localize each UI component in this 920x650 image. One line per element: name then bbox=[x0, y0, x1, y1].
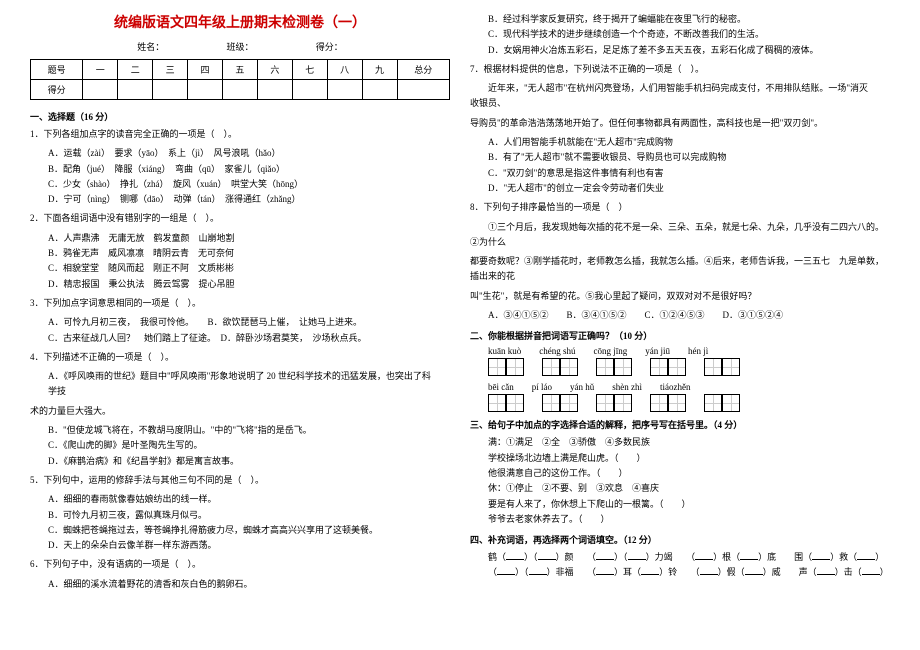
section-3-head: 三、给句子中加点的字选择合适的解释，把序号写在括号里。（4 分） bbox=[470, 418, 890, 431]
q2-b: B．鸦雀无声 威风凛凛 晴阴云青 无可奈何 bbox=[48, 246, 450, 261]
char-grid[interactable] bbox=[488, 358, 524, 376]
q1-b: B．配角（jué） 降服（xiáng） 弯曲（qū） 家雀儿（qiǎo） bbox=[48, 162, 450, 177]
char-grid[interactable] bbox=[542, 358, 578, 376]
q1-c: C．少女（shào） 挣扎（zhá） 旋风（xuán） 哄堂大笑（hōng） bbox=[48, 177, 450, 192]
q7-b: B．有了"无人超市"就不需要收银员、导购员也可以完成购物 bbox=[488, 150, 890, 165]
q2-c: C．相貌堂堂 随风而起 刚正不阿 文质彬彬 bbox=[48, 261, 450, 276]
fill-blank[interactable] bbox=[857, 550, 875, 560]
s3-l2: 他很满意自己的这份工作。（ ） bbox=[488, 466, 890, 481]
q8-p2: 都要奇数呢？③刚学插花时，老师教怎么插，我就怎么插。④后来，老师告诉我，一三五七… bbox=[470, 254, 890, 285]
q3-cd: C．古来征战几人回？ 她们踏上了征途。 D．醉卧沙场君莫笑， 沙场秋点兵。 bbox=[48, 331, 450, 346]
section-1-head: 一、选择题（16 分） bbox=[30, 110, 450, 123]
q1-d: D．宁可（nìng） 铡哪（dāo） 动弹（tán） 涨得通红（zhǎng） bbox=[48, 192, 450, 207]
s3-l4: 要是有人来了，你休想上下爬山的一根篱。（ ） bbox=[488, 497, 890, 512]
q1-a: A．运载（zài） 要求（yāo） 系上（jì） 风号浪吼（hǎo） bbox=[48, 146, 450, 161]
fill-blank[interactable] bbox=[817, 565, 835, 575]
q6-d: D．女娲用神火冶炼五彩石，足足炼了差不多五天五夜，五彩石化成了稠稠的液体。 bbox=[488, 43, 890, 58]
grid-row-1 bbox=[488, 358, 890, 376]
fill-blank[interactable] bbox=[695, 550, 713, 560]
char-grid[interactable] bbox=[650, 394, 686, 412]
q4-c: C．《爬山虎的脚》是叶圣陶先生写的。 bbox=[48, 438, 450, 453]
q8-p1: ①三个月后，我发现她每次插的花不是一朵、三朵、五朵，就是七朵、九朵，几乎没有二四… bbox=[470, 220, 890, 251]
right-column: B．经过科学家反复研究，终于揭开了蝙蝠能在夜里飞行的秘密。 C．现代科学技术的进… bbox=[460, 12, 900, 638]
score-table: 题号 一 二 三 四 五 六 七 八 九 总分 得分 bbox=[30, 59, 450, 100]
char-grid[interactable] bbox=[650, 358, 686, 376]
fill-blank[interactable] bbox=[700, 565, 718, 575]
s3-l5: 爷爷去老家休养去了。（ ） bbox=[488, 512, 890, 527]
q4-b: B．"但使龙城飞将在，不教胡马度阴山。"中的"飞将"指的是岳飞。 bbox=[48, 423, 450, 438]
q1: 1．下列各组加点字的读音完全正确的一项是（ ）。 bbox=[30, 127, 450, 142]
fill-blank[interactable] bbox=[596, 565, 614, 575]
q6: 6．下列句子中，没有语病的一项是（ ）。 bbox=[30, 557, 450, 572]
s3-l1: 学校操场北边墙上满是爬山虎。（ ） bbox=[488, 451, 890, 466]
score-label: 得分： bbox=[316, 42, 343, 52]
fill-blank[interactable] bbox=[745, 565, 763, 575]
class-label: 班级： bbox=[226, 42, 253, 52]
q2-d: D．精忠报国 秉公执法 腾云驾雾 提心吊胆 bbox=[48, 277, 450, 292]
q3-ab: A．可怜九月初三夜， 我很可怜他。 B．欲饮琵琶马上催， 让她马上进来。 bbox=[48, 315, 450, 330]
q7-d: D．"无人超市"的创立一定会令劳动者们失业 bbox=[488, 181, 890, 196]
s3-def: 满：①满足 ②全 ③骄傲 ④多数民族 bbox=[488, 435, 890, 450]
s4-line1: 鹤（）（）颜 （）（）力竭 （）根（）底 围（）救（） bbox=[488, 550, 890, 565]
q5-c: C．蜘蛛把苍蝇拖过去，等苍蝇挣扎得筋疲力尽，蜘蛛才高高兴兴享用了这顿美餐。 bbox=[48, 523, 450, 538]
q4: 4．下列描述不正确的一项是（ ）。 bbox=[30, 350, 450, 365]
q5-b: B．可怜九月初三夜，露似真珠月似弓。 bbox=[48, 508, 450, 523]
fill-blank[interactable] bbox=[506, 550, 524, 560]
s4-line2: （）（）非福 （）耳（）铃 （）假（）威 声（）击（） bbox=[488, 565, 890, 580]
char-grid[interactable] bbox=[596, 358, 632, 376]
q4-a2: 术的力量巨大强大。 bbox=[30, 404, 450, 419]
q7-c: C．"双刃剑"的意思是指这件事情有利也有害 bbox=[488, 166, 890, 181]
meta-row: 姓名： 班级： 得分： bbox=[30, 40, 450, 53]
fill-blank[interactable] bbox=[641, 565, 659, 575]
fill-blank[interactable] bbox=[812, 550, 830, 560]
q3: 3．下列加点字词意思相同的一项是（ ）。 bbox=[30, 296, 450, 311]
section-2-head: 二、你能根据拼音把词语写正确吗？（10 分） bbox=[470, 329, 890, 342]
q7-p1: 近年来，"无人超市"在杭州闪亮登场，人们用智能手机扫码完成支付，不用排队结账。一… bbox=[470, 81, 890, 112]
char-grid[interactable] bbox=[704, 358, 740, 376]
q7-a: A．人们用智能手机就能在"无人超市"完成购物 bbox=[488, 135, 890, 150]
left-column: 统编版语文四年级上册期末检测卷（一） 姓名： 班级： 得分： 题号 一 二 三 … bbox=[20, 12, 460, 638]
q2-a: A．人声鼎沸 无庸无放 鹤发童颜 山崩地割 bbox=[48, 231, 450, 246]
pinyin-row-1: kuān kuò chéng shú cōng jīng yán jiū hén… bbox=[488, 346, 890, 356]
table-row: 题号 一 二 三 四 五 六 七 八 九 总分 bbox=[31, 60, 450, 80]
pinyin-row-2: bēi cǎn pí láo yán hǔ shèn zhì tiáozhěn bbox=[488, 382, 890, 392]
fill-blank[interactable] bbox=[529, 565, 547, 575]
q4-a: A．《呼风唤雨的世纪》题目中"呼风唤雨"形象地说明了 20 世纪科学技术的迅猛发… bbox=[48, 369, 450, 400]
q5-a: A．细细的春雨就像春姑娘纺出的线一样。 bbox=[48, 492, 450, 507]
q8-p3: 叫"生花"，就是有希望的花。⑤我心里起了疑问，双双对对不是很好吗？ bbox=[470, 289, 890, 304]
char-grid[interactable] bbox=[542, 394, 578, 412]
char-grid[interactable] bbox=[596, 394, 632, 412]
fill-blank[interactable] bbox=[538, 550, 556, 560]
table-row: 得分 bbox=[31, 80, 450, 100]
q8-opts: A．③④①⑤② B．③④①⑤② C．①②④⑤③ D．③①⑤②④ bbox=[488, 308, 890, 323]
q4-d: D．《麻鹊治病》和《纪昌学射》都是寓言故事。 bbox=[48, 454, 450, 469]
q2: 2．下面各组词语中没有错别字的一组是（ ）。 bbox=[30, 211, 450, 226]
grid-row-2 bbox=[488, 394, 890, 412]
name-label: 姓名： bbox=[137, 42, 164, 52]
exam-title: 统编版语文四年级上册期末检测卷（一） bbox=[30, 12, 450, 32]
q6-c: C．现代科学技术的进步继续创造一个个奇迹，不断改善我们的生活。 bbox=[488, 27, 890, 42]
fill-blank[interactable] bbox=[628, 550, 646, 560]
section-4-head: 四、补充词语，再选择两个词语填空。（12 分） bbox=[470, 533, 890, 546]
fill-blank[interactable] bbox=[497, 565, 515, 575]
fill-blank[interactable] bbox=[862, 565, 880, 575]
q7: 7．根据材料提供的信息，下列说法不正确的一项是（ ）。 bbox=[470, 62, 890, 77]
q7-p2: 导购员"的革命浩浩荡荡地开始了。但任何事物都具有两面性，高科技也是一把"双刃剑"… bbox=[470, 116, 890, 131]
fill-blank[interactable] bbox=[596, 550, 614, 560]
q6-b: B．经过科学家反复研究，终于揭开了蝙蝠能在夜里飞行的秘密。 bbox=[488, 12, 890, 27]
char-grid[interactable] bbox=[488, 394, 524, 412]
q5-d: D．天上的朵朵白云像羊群一样东游西荡。 bbox=[48, 538, 450, 553]
char-grid[interactable] bbox=[704, 394, 740, 412]
q5: 5．下列句中，运用的修辞手法与其他三句不同的是（ ）。 bbox=[30, 473, 450, 488]
q8: 8．下列句子排序最恰当的一项是（ ） bbox=[470, 200, 890, 215]
fill-blank[interactable] bbox=[740, 550, 758, 560]
s3-l3: 休：①停止 ②不要、别 ③欢息 ④喜庆 bbox=[488, 481, 890, 496]
q6-a: A．细细的溪水流着野花的清香和灰白色的鹅卵石。 bbox=[48, 577, 450, 592]
